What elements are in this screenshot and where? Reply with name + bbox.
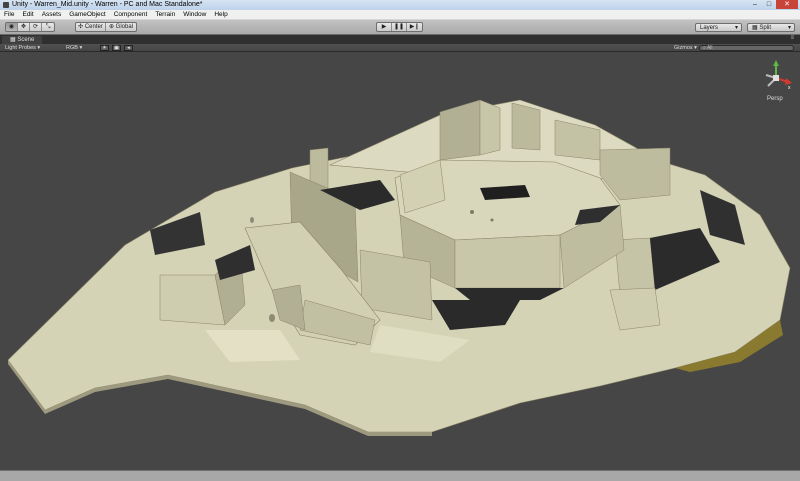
render-mode-label: Light Probes (5, 45, 36, 51)
layout-label: Split (759, 25, 772, 31)
audio-toggle-icon[interactable]: ◂ (124, 45, 133, 51)
scene-search-input[interactable]: ⌕ All (699, 45, 794, 51)
pivot-mode-label: Center (84, 24, 103, 30)
layers-label: Layers (700, 25, 719, 31)
search-icon: ⌕ (703, 45, 706, 51)
scene-tab-bar: ▦ Scene ≡ (0, 35, 800, 44)
unity-logo-icon (3, 2, 9, 8)
chevron-down-icon: ▾ (734, 25, 738, 31)
window-controls: – □ ✕ (748, 0, 798, 10)
chevron-down-icon: ▾ (694, 45, 697, 51)
color-mode-label: RGB (66, 45, 78, 51)
probe-sphere (250, 217, 254, 223)
main-toolbar: ◉ ✥ ⟳ ⤡ ✣ Center ⊕ Global ▶ ❚❚ ▶❙ Layers… (0, 20, 800, 35)
menu-assets[interactable]: Assets (38, 10, 66, 19)
pivot-rotation-button[interactable]: ⊕ Global (106, 23, 136, 31)
projection-label[interactable]: Persp (767, 96, 783, 102)
step-icon[interactable]: ▶❙ (407, 23, 422, 31)
menu-help[interactable]: Help (210, 10, 231, 19)
play-controls: ▶ ❚❚ ▶❙ (376, 22, 424, 32)
svg-text:x: x (788, 85, 791, 91)
scene-viewport[interactable]: x Persp (0, 52, 800, 470)
move-icon[interactable]: ✥ (18, 23, 30, 31)
chevron-down-icon: ▾ (79, 45, 83, 51)
play-icon[interactable]: ▶ (377, 23, 392, 31)
rotate-icon[interactable]: ⟳ (30, 23, 42, 31)
scale-icon[interactable]: ⤡ (42, 23, 54, 31)
probe-sphere (470, 210, 474, 214)
search-placeholder: All (706, 45, 713, 51)
menu-edit[interactable]: Edit (18, 10, 37, 19)
scene-icon: ▦ (10, 37, 16, 43)
layers-dropdown[interactable]: Layers ▾ (695, 23, 742, 32)
layout-dropdown[interactable]: ▦ Split ▾ (747, 23, 795, 32)
tab-menu-icon[interactable]: ≡ (790, 35, 794, 41)
wall (454, 234, 561, 289)
menu-bar: File Edit Assets GameObject Component Te… (0, 10, 800, 20)
window-title-bar: Unity - Warren_Mid.unity - Warren - PC a… (0, 0, 800, 10)
probe-sphere (269, 314, 275, 322)
menu-file[interactable]: File (0, 10, 18, 19)
wall (159, 274, 226, 326)
pivot-controls: ✣ Center ⊕ Global (75, 22, 137, 32)
maximize-icon[interactable]: □ (762, 0, 776, 9)
pause-icon[interactable]: ❚❚ (392, 23, 408, 31)
menu-component[interactable]: Component (110, 10, 152, 19)
status-bar (0, 470, 800, 481)
wall (439, 99, 481, 161)
color-mode-dropdown[interactable]: RGB ▾ (66, 44, 82, 52)
window-title: Unity - Warren_Mid.unity - Warren - PC a… (12, 1, 203, 8)
eye-icon[interactable]: ◉ (6, 23, 18, 31)
lighting-toggle-icon[interactable]: ☀ (100, 45, 109, 51)
wall (511, 102, 541, 151)
menu-gameobject[interactable]: GameObject (65, 10, 110, 19)
wall (479, 99, 501, 156)
gizmos-dropdown[interactable]: Gizmos ▾ (674, 44, 697, 52)
menu-window[interactable]: Window (179, 10, 210, 19)
pivot-mode-button[interactable]: ✣ Center (76, 23, 106, 31)
chevron-down-icon: ▾ (37, 45, 41, 51)
grid-icon: ▦ (752, 25, 758, 31)
scene-tab-label: Scene (17, 37, 35, 43)
close-icon[interactable]: ✕ (776, 0, 798, 9)
render-mode-dropdown[interactable]: Light Probes ▾ (5, 44, 40, 52)
chevron-down-icon: ▾ (787, 25, 791, 31)
pivot-rotation-label: Global (115, 24, 134, 30)
tab-scene[interactable]: ▦ Scene (2, 36, 43, 44)
level-geometry (7, 99, 791, 436)
transform-tools: ◉ ✥ ⟳ ⤡ (5, 22, 55, 32)
scene-toolbar: Light Probes ▾ RGB ▾ ☀ ▣ ◂ Gizmos ▾ ⌕ Al… (0, 44, 800, 52)
image-toggle-icon[interactable]: ▣ (112, 45, 121, 51)
minimize-icon[interactable]: – (748, 0, 762, 9)
probe-sphere (490, 218, 494, 222)
menu-terrain[interactable]: Terrain (151, 10, 179, 19)
gizmos-label: Gizmos (674, 45, 693, 51)
